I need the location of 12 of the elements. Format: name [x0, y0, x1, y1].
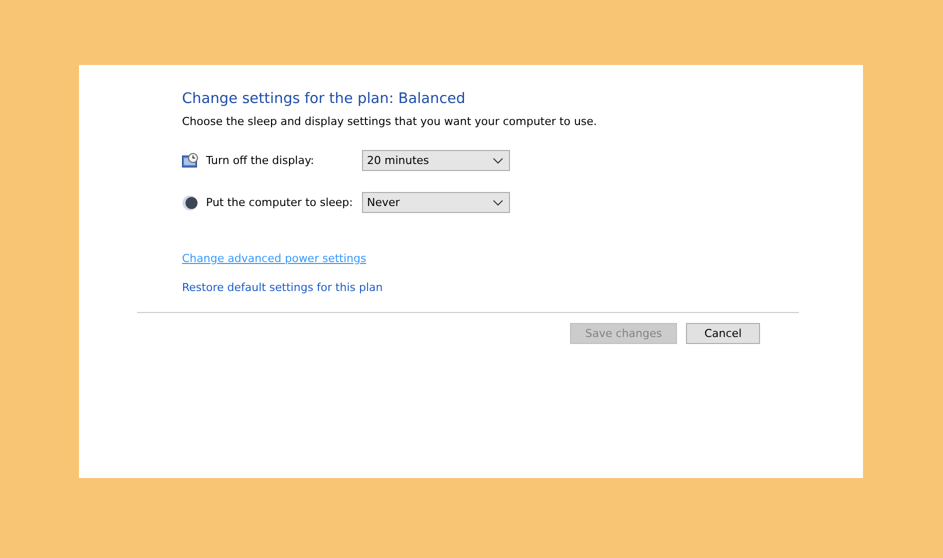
dropdown[interactable]: 20 minutes [362, 150, 510, 171]
dropdown[interactable]: Never [362, 192, 510, 213]
setting-label: Turn off the display: [206, 154, 316, 167]
moon-icon [182, 194, 198, 210]
chevron-down-icon [493, 200, 503, 206]
setting-label: Put the computer to sleep: [206, 196, 354, 209]
page-heading: Change settings for the plan: Balanced [182, 90, 466, 109]
monitor-clock-icon [182, 153, 199, 168]
link[interactable]: Restore default settings for this plan [182, 281, 383, 295]
description-text: Choose the sleep and display settings that you want your computer to use. [182, 115, 597, 129]
cancel-button[interactable]: Cancel [686, 323, 760, 344]
chevron-down-icon [493, 158, 503, 164]
